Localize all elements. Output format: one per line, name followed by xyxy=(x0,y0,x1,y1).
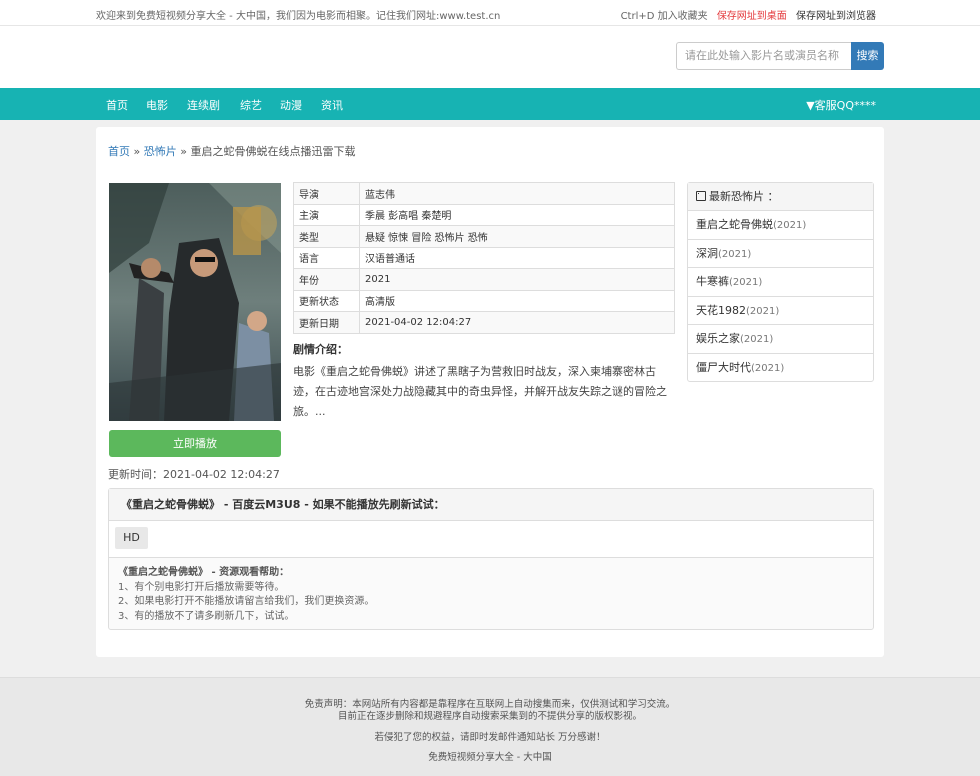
breadcrumb: 首页 » 恐怖片 » 重启之蛇骨佛蜕在线点播迅雷下载 xyxy=(108,143,355,159)
nav-item-series[interactable]: 连续剧 xyxy=(187,97,220,113)
welcome-text: 欢迎来到免费短视频分享大全 - 大中国，我们因为电影而相聚。记住我们网址:www… xyxy=(96,11,501,22)
main-nav: 首页 电影 连续剧 综艺 动漫 资讯 ▼客服QQ**** xyxy=(0,88,980,120)
save-to-desktop-link[interactable]: 保存网址到桌面 xyxy=(717,11,787,22)
info-value: 2021-04-02 12:04:27 xyxy=(359,311,675,334)
info-value: 蓝志伟 xyxy=(359,182,675,205)
table-row: 主演 季晨 彭高唱 秦楚明 xyxy=(293,203,675,226)
movie-year: (2021) xyxy=(729,277,763,288)
info-key: 导演 xyxy=(293,182,360,205)
help-title: 《重启之蛇骨佛蜕》 - 资源观看帮助： xyxy=(118,567,290,578)
table-row: 导演 蓝志伟 xyxy=(293,182,675,205)
list-item[interactable]: 重启之蛇骨佛蜕(2021) xyxy=(688,211,873,240)
info-key: 语言 xyxy=(293,246,360,269)
footer-contact: 若侵犯了您的权益，请即时发邮件通知站长 万分感谢！ xyxy=(374,732,606,743)
breadcrumb-current: 重启之蛇骨佛蜕在线点播迅雷下载 xyxy=(190,145,356,158)
breadcrumb-home[interactable]: 首页 xyxy=(108,145,130,158)
episode-list: HD xyxy=(109,521,873,558)
film-icon xyxy=(696,191,706,201)
bookmark-hint[interactable]: Ctrl+D 加入收藏夹 xyxy=(621,11,708,22)
update-time: 更新时间：2021-04-02 12:04:27 xyxy=(108,468,280,481)
customer-service-qq[interactable]: ▼客服QQ**** xyxy=(806,97,876,113)
top-bar: 欢迎来到免费短视频分享大全 - 大中国，我们因为电影而相聚。记住我们网址:www… xyxy=(0,0,980,26)
movie-year: (2021) xyxy=(740,334,774,345)
help-item: 3、有的播放不了请多刷新几下，试试。 xyxy=(118,610,295,622)
movie-year: (2021) xyxy=(746,305,780,317)
panel-title: 最新恐怖片 ： xyxy=(709,190,779,203)
movie-poster[interactable] xyxy=(109,183,281,421)
movie-year: (2021) xyxy=(773,220,807,231)
list-item[interactable]: 深洞(2021) xyxy=(688,240,873,268)
movie-info-table: 导演 蓝志伟 主演 季晨 彭高唱 秦楚明 类型 悬疑 惊悚 冒险 恐怖片 恐怖 语言汉… xyxy=(293,182,675,334)
list-item[interactable]: 娱乐之家(2021) xyxy=(688,325,873,354)
episode-button-hd[interactable]: HD xyxy=(115,527,148,549)
table-row: 类型 悬疑 惊悚 冒险 恐怖片 恐怖 xyxy=(293,225,675,248)
list-item[interactable]: 僵尸大时代(2021) xyxy=(688,354,873,382)
movie-year: (2021) xyxy=(718,248,752,260)
info-value: 悬疑 惊悚 冒险 恐怖片 恐怖 xyxy=(359,225,675,248)
info-key: 更新日期 xyxy=(293,311,360,334)
info-key: 更新状态 xyxy=(293,289,360,312)
movie-link[interactable]: 僵尸大时代 xyxy=(696,361,751,374)
play-source-panel: 《重启之蛇骨佛蜕》 - 百度云M3U8 - 如果不能播放先刷新试试： HD 《重… xyxy=(108,488,874,630)
movie-link[interactable]: 重启之蛇骨佛蜕 xyxy=(696,218,773,231)
info-value: 高清版 xyxy=(359,289,675,312)
top-links: Ctrl+D 加入收藏夹 保存网址到桌面 保存网址到浏览器 xyxy=(621,7,876,22)
table-row: 语言 汉语普通话 xyxy=(293,246,675,269)
table-row: 更新日期 2021-04-02 12:04:27 xyxy=(293,311,675,334)
latest-horror-panel: 最新恐怖片 ： 重启之蛇骨佛蜕(2021) 深洞(2021) 牛寒裤(2021)… xyxy=(687,182,874,382)
panel-header: 最新恐怖片 ： xyxy=(688,183,873,211)
info-key: 年份 xyxy=(293,268,360,291)
search-input[interactable]: 请在此处输入影片名或演员名称 xyxy=(676,42,851,70)
play-source-title: 《重启之蛇骨佛蜕》 - 百度云M3U8 - 如果不能播放先刷新试试： xyxy=(109,489,873,521)
footer: 免责声明：本网站所有内容都是靠程序在互联网上自动搜集而来，仅供测试和学习交流。 … xyxy=(0,677,980,776)
footer-site-name: 免费短视频分享大全 - 大中国 xyxy=(428,752,552,763)
info-value: 季晨 彭高唱 秦楚明 xyxy=(359,203,675,226)
info-value: 汉语普通话 xyxy=(359,246,675,269)
breadcrumb-separator: » xyxy=(130,145,144,158)
movie-link[interactable]: 深洞 xyxy=(696,247,718,260)
help-item: 2、如果电影打开不能播放请留言给我们，我们更换资源。 xyxy=(118,596,375,607)
table-row: 年份 2021 xyxy=(293,268,675,291)
info-value: 2021 xyxy=(359,268,675,291)
nav-item-news[interactable]: 资讯 xyxy=(321,97,343,113)
plot-heading: 剧情介绍： xyxy=(293,343,348,356)
help-section: 《重启之蛇骨佛蜕》 - 资源观看帮助： 1、有个别电影打开后播放需要等待。 2、… xyxy=(109,558,873,624)
search-button[interactable]: 搜索 xyxy=(851,42,884,70)
main-content: 首页 » 恐怖片 » 重启之蛇骨佛蜕在线点播迅雷下载 立即播放 更新时间：202… xyxy=(96,127,884,657)
nav-item-movies[interactable]: 电影 xyxy=(146,97,168,113)
header: 请在此处输入影片名或演员名称 搜索 xyxy=(0,26,980,88)
plot-text: 电影《重启之蛇骨佛蜕》讲述了黑瞎子为营救旧时战友，深入柬埔寨密林古迹，在古迹地宫… xyxy=(293,365,667,418)
nav-item-home[interactable]: 首页 xyxy=(106,97,128,113)
info-key: 类型 xyxy=(293,225,360,248)
save-to-browser-link[interactable]: 保存网址到浏览器 xyxy=(796,11,876,22)
info-key: 主演 xyxy=(293,203,360,226)
movie-year: (2021) xyxy=(751,362,785,374)
nav-item-anime[interactable]: 动漫 xyxy=(280,97,302,113)
footer-disclaimer-2: 目前正在逐步删除和规避程序自动搜索采集到的不提供分享的版权影视。 xyxy=(337,711,642,722)
list-item[interactable]: 天花1982(2021) xyxy=(688,297,873,325)
table-row: 更新状态 高清版 xyxy=(293,289,675,312)
list-item[interactable]: 牛寒裤(2021) xyxy=(688,268,873,297)
breadcrumb-separator: » xyxy=(176,145,191,158)
search-bar: 请在此处输入影片名或演员名称 搜索 xyxy=(676,42,884,70)
movie-link[interactable]: 天花1982 xyxy=(696,304,746,317)
movie-link[interactable]: 牛寒裤 xyxy=(696,275,729,288)
nav-item-variety[interactable]: 综艺 xyxy=(240,97,262,113)
play-now-button[interactable]: 立即播放 xyxy=(109,430,281,457)
breadcrumb-category[interactable]: 恐怖片 xyxy=(144,145,177,158)
help-item: 1、有个别电影打开后播放需要等待。 xyxy=(118,581,285,593)
movie-link[interactable]: 娱乐之家 xyxy=(696,332,740,345)
